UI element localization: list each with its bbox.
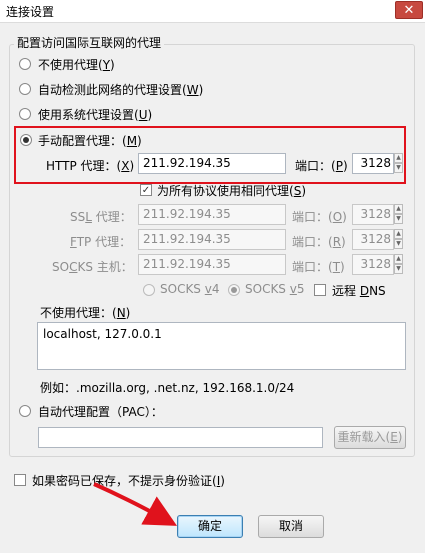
socks-host-label: SOCKS 主机： (52, 260, 133, 274)
spin-up-icon[interactable]: ▲ (394, 229, 403, 239)
no-proxy-for-value: localhost, 127.0.0.1 (43, 327, 162, 341)
socks-port-label: 端口：(T) (292, 260, 345, 274)
window-title: 连接设置 (6, 5, 55, 19)
radio-socks-v5[interactable] (228, 284, 240, 296)
label-socks-v4: SOCKS v4 (160, 282, 220, 296)
ftp-port-spinner[interactable]: ▲ ▼ (394, 229, 403, 250)
title-bar (0, 0, 425, 23)
ftp-port-label: 端口：(R) (292, 235, 346, 249)
ok-button[interactable]: 确定 (177, 515, 243, 538)
spin-down-icon[interactable]: ▼ (394, 239, 403, 249)
http-proxy-label: HTTP 代理：(X) (46, 159, 135, 173)
label-manual-proxy: 手动配置代理：(M) (38, 134, 142, 148)
same-proxy-checkbox[interactable]: ✓ (140, 184, 152, 196)
radio-auto-detect[interactable] (19, 83, 31, 95)
spin-down-icon[interactable]: ▼ (394, 264, 403, 274)
ftp-port-input[interactable]: 3128 (352, 229, 394, 250)
spin-up-icon[interactable]: ▲ (394, 254, 403, 264)
example-hint: 例如：.mozilla.org, .net.nz, 192.168.1.0/24 (40, 381, 295, 395)
radio-system-proxy[interactable] (19, 108, 31, 120)
group-label: 配置访问国际互联网的代理 (14, 34, 165, 51)
http-proxy-input[interactable]: 211.92.194.35 (138, 153, 286, 174)
cancel-button[interactable]: 取消 (258, 515, 324, 538)
ssl-port-label: 端口：(O) (292, 210, 347, 224)
label-system-proxy: 使用系统代理设置(U) (38, 108, 153, 122)
spin-up-icon[interactable]: ▲ (394, 204, 403, 214)
no-proxy-for-label: 不使用代理：(N) (40, 306, 131, 320)
radio-socks-v4[interactable] (143, 284, 155, 296)
ssl-port-input[interactable]: 3128 (352, 204, 394, 225)
save-password-checkbox[interactable] (14, 474, 26, 486)
radio-no-proxy[interactable] (19, 58, 31, 70)
spin-down-icon[interactable]: ▼ (394, 214, 403, 224)
http-port-label: 端口：(P) (295, 159, 348, 173)
no-proxy-for-textarea[interactable]: localhost, 127.0.0.1 (37, 322, 406, 370)
label-auto-detect: 自动检测此网络的代理设置(W) (38, 83, 204, 97)
socks-host-input[interactable]: 211.92.194.35 (138, 254, 286, 275)
pac-url-input[interactable] (38, 427, 323, 448)
ssl-port-spinner[interactable]: ▲ ▼ (394, 204, 403, 225)
http-port-spinner[interactable]: ▲ ▼ (394, 153, 403, 174)
ftp-proxy-label: FTP 代理： (70, 235, 132, 249)
close-button[interactable]: ✕ (395, 1, 423, 19)
label-remote-dns: 远程 DNS (332, 284, 386, 298)
ssl-proxy-label: SSL 代理： (70, 210, 132, 224)
label-no-proxy: 不使用代理(Y) (38, 58, 115, 72)
spin-up-icon[interactable]: ▲ (394, 153, 403, 163)
radio-auto-config[interactable] (19, 405, 31, 417)
socks-port-spinner[interactable]: ▲ ▼ (394, 254, 403, 275)
red-arrow-annotation (93, 482, 178, 526)
label-auto-config: 自动代理配置（PAC）： (38, 405, 163, 419)
spin-down-icon[interactable]: ▼ (394, 163, 403, 173)
same-proxy-label: 为所有协议使用相同代理(S) (157, 184, 306, 198)
ssl-proxy-input[interactable]: 211.92.194.35 (138, 204, 286, 225)
http-port-input[interactable]: 3128 (352, 153, 394, 174)
reload-button[interactable]: 重新载入(E) (334, 426, 406, 449)
remote-dns-checkbox[interactable] (314, 284, 326, 296)
socks-port-input[interactable]: 3128 (352, 254, 394, 275)
radio-manual-proxy[interactable] (20, 134, 32, 146)
label-socks-v5: SOCKS v5 (245, 282, 305, 296)
ftp-proxy-input[interactable]: 211.92.194.35 (138, 229, 286, 250)
